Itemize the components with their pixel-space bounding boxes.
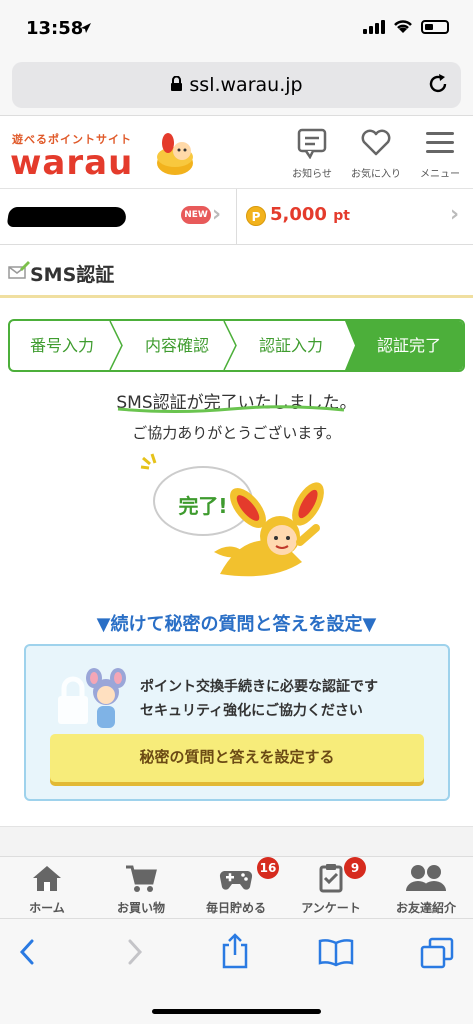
chevron-right-icon: › — [212, 202, 222, 227]
nav-daily-label: 毎日貯める — [205, 901, 266, 915]
redacted-username[interactable] — [6, 207, 128, 227]
nav-invite[interactable]: お友達紹介 — [379, 863, 473, 916]
tabs-icon[interactable] — [420, 937, 454, 969]
lock-icon — [171, 76, 183, 91]
progress-steps: 番号入力 内容確認 認証入力 認証完了 — [8, 319, 465, 372]
cta-title: ▼続けて秘密の質問と答えを設定▼ — [96, 614, 377, 635]
gamepad-icon — [219, 871, 253, 890]
reload-icon[interactable] — [427, 73, 449, 95]
news-label: お知らせ — [292, 169, 332, 180]
page-title-bar: SMS認証 — [0, 246, 473, 298]
daily-count-badge: 16 — [257, 857, 279, 879]
status-bar: 13:58 — [0, 0, 473, 56]
step-confirm: 内容確認 — [144, 336, 209, 355]
url-text: ssl.warau.jp — [189, 74, 303, 96]
logo[interactable]: warau — [10, 143, 133, 183]
home-indicator — [152, 1009, 321, 1014]
heart-icon — [361, 129, 391, 156]
nav-shopping[interactable]: お買い物 — [94, 863, 188, 916]
chevron-right-icon: › — [450, 202, 460, 227]
sparkle-lines-icon — [140, 453, 157, 470]
underline-decoration — [117, 405, 345, 413]
nav-invite-label: お友達紹介 — [395, 901, 456, 915]
rabbit-lock-icon — [58, 668, 126, 728]
user-bar: NEW › P 5,000 pt › — [0, 189, 473, 245]
survey-count-badge: 9 — [344, 857, 366, 879]
clipboard-icon — [319, 864, 343, 893]
nav-shopping-label: お買い物 — [116, 901, 165, 915]
mascot-illustration — [214, 482, 324, 577]
news-button[interactable]: お知らせ — [282, 127, 342, 180]
nav-daily[interactable]: 毎日貯める 16 — [189, 857, 283, 916]
security-info-box: ポイント交換手続きに必要な認証です セキュリティ強化にご協力ください 秘密の質問… — [24, 644, 450, 801]
divider — [236, 189, 237, 245]
new-badge: NEW — [181, 206, 211, 224]
status-time: 13:58 — [26, 18, 84, 39]
wifi-icon — [394, 20, 412, 33]
nav-home[interactable]: ホーム — [0, 863, 94, 916]
battery-icon — [421, 19, 449, 34]
page-title: SMS認証 — [30, 264, 115, 286]
set-secret-question-button[interactable]: 秘密の質問と答えを設定する — [50, 734, 424, 782]
cart-icon — [126, 865, 157, 892]
news-icon — [297, 128, 327, 160]
hamburger-menu-icon — [426, 132, 454, 153]
favorites-button[interactable]: お気に入り — [346, 127, 406, 180]
points-balance[interactable]: 5,000 pt — [270, 204, 350, 225]
thanks-message: ご協力ありがとうございます。 — [132, 424, 341, 442]
nav-survey-label: アンケート — [301, 901, 361, 915]
points-value: 5,000 — [270, 204, 327, 225]
points-unit: pt — [333, 208, 350, 224]
favorites-label: お気に入り — [351, 169, 401, 180]
site-header: 遊べるポイントサイト warau お知らせ お気に入り メニュー — [0, 117, 473, 189]
share-icon[interactable] — [220, 933, 250, 969]
step-auth-input: 認証入力 — [258, 336, 323, 355]
bottom-nav: ホーム お買い物 毎日貯める 16 アンケート 9 お友達紹介 — [0, 856, 473, 918]
envelope-pencil-icon — [8, 261, 30, 279]
browser-address-area: ssl.warau.jp — [0, 56, 473, 116]
point-coin-icon: P — [246, 206, 266, 226]
logo-mascot-icon — [157, 133, 193, 175]
forward-icon[interactable] — [122, 937, 146, 967]
back-icon[interactable] — [16, 937, 40, 967]
friends-icon — [406, 865, 446, 891]
step-number-input: 番号入力 — [29, 336, 94, 355]
menu-label: メニュー — [420, 169, 460, 180]
nav-survey[interactable]: アンケート 9 — [284, 857, 378, 916]
bookmarks-icon[interactable] — [318, 937, 354, 967]
info-line-1: ポイント交換手続きに必要な認証です — [140, 679, 378, 695]
info-line-2: セキュリティ強化にご協力ください — [140, 703, 363, 719]
signal-icon — [363, 19, 385, 34]
home-icon — [33, 866, 61, 891]
menu-button[interactable]: メニュー — [410, 127, 470, 180]
address-bar[interactable]: ssl.warau.jp — [12, 62, 461, 108]
location-arrow-icon — [81, 23, 91, 33]
browser-toolbar — [0, 918, 473, 1024]
nav-home-label: ホーム — [29, 901, 65, 915]
step-complete: 認証完了 — [376, 336, 441, 355]
section-separator — [0, 826, 473, 856]
